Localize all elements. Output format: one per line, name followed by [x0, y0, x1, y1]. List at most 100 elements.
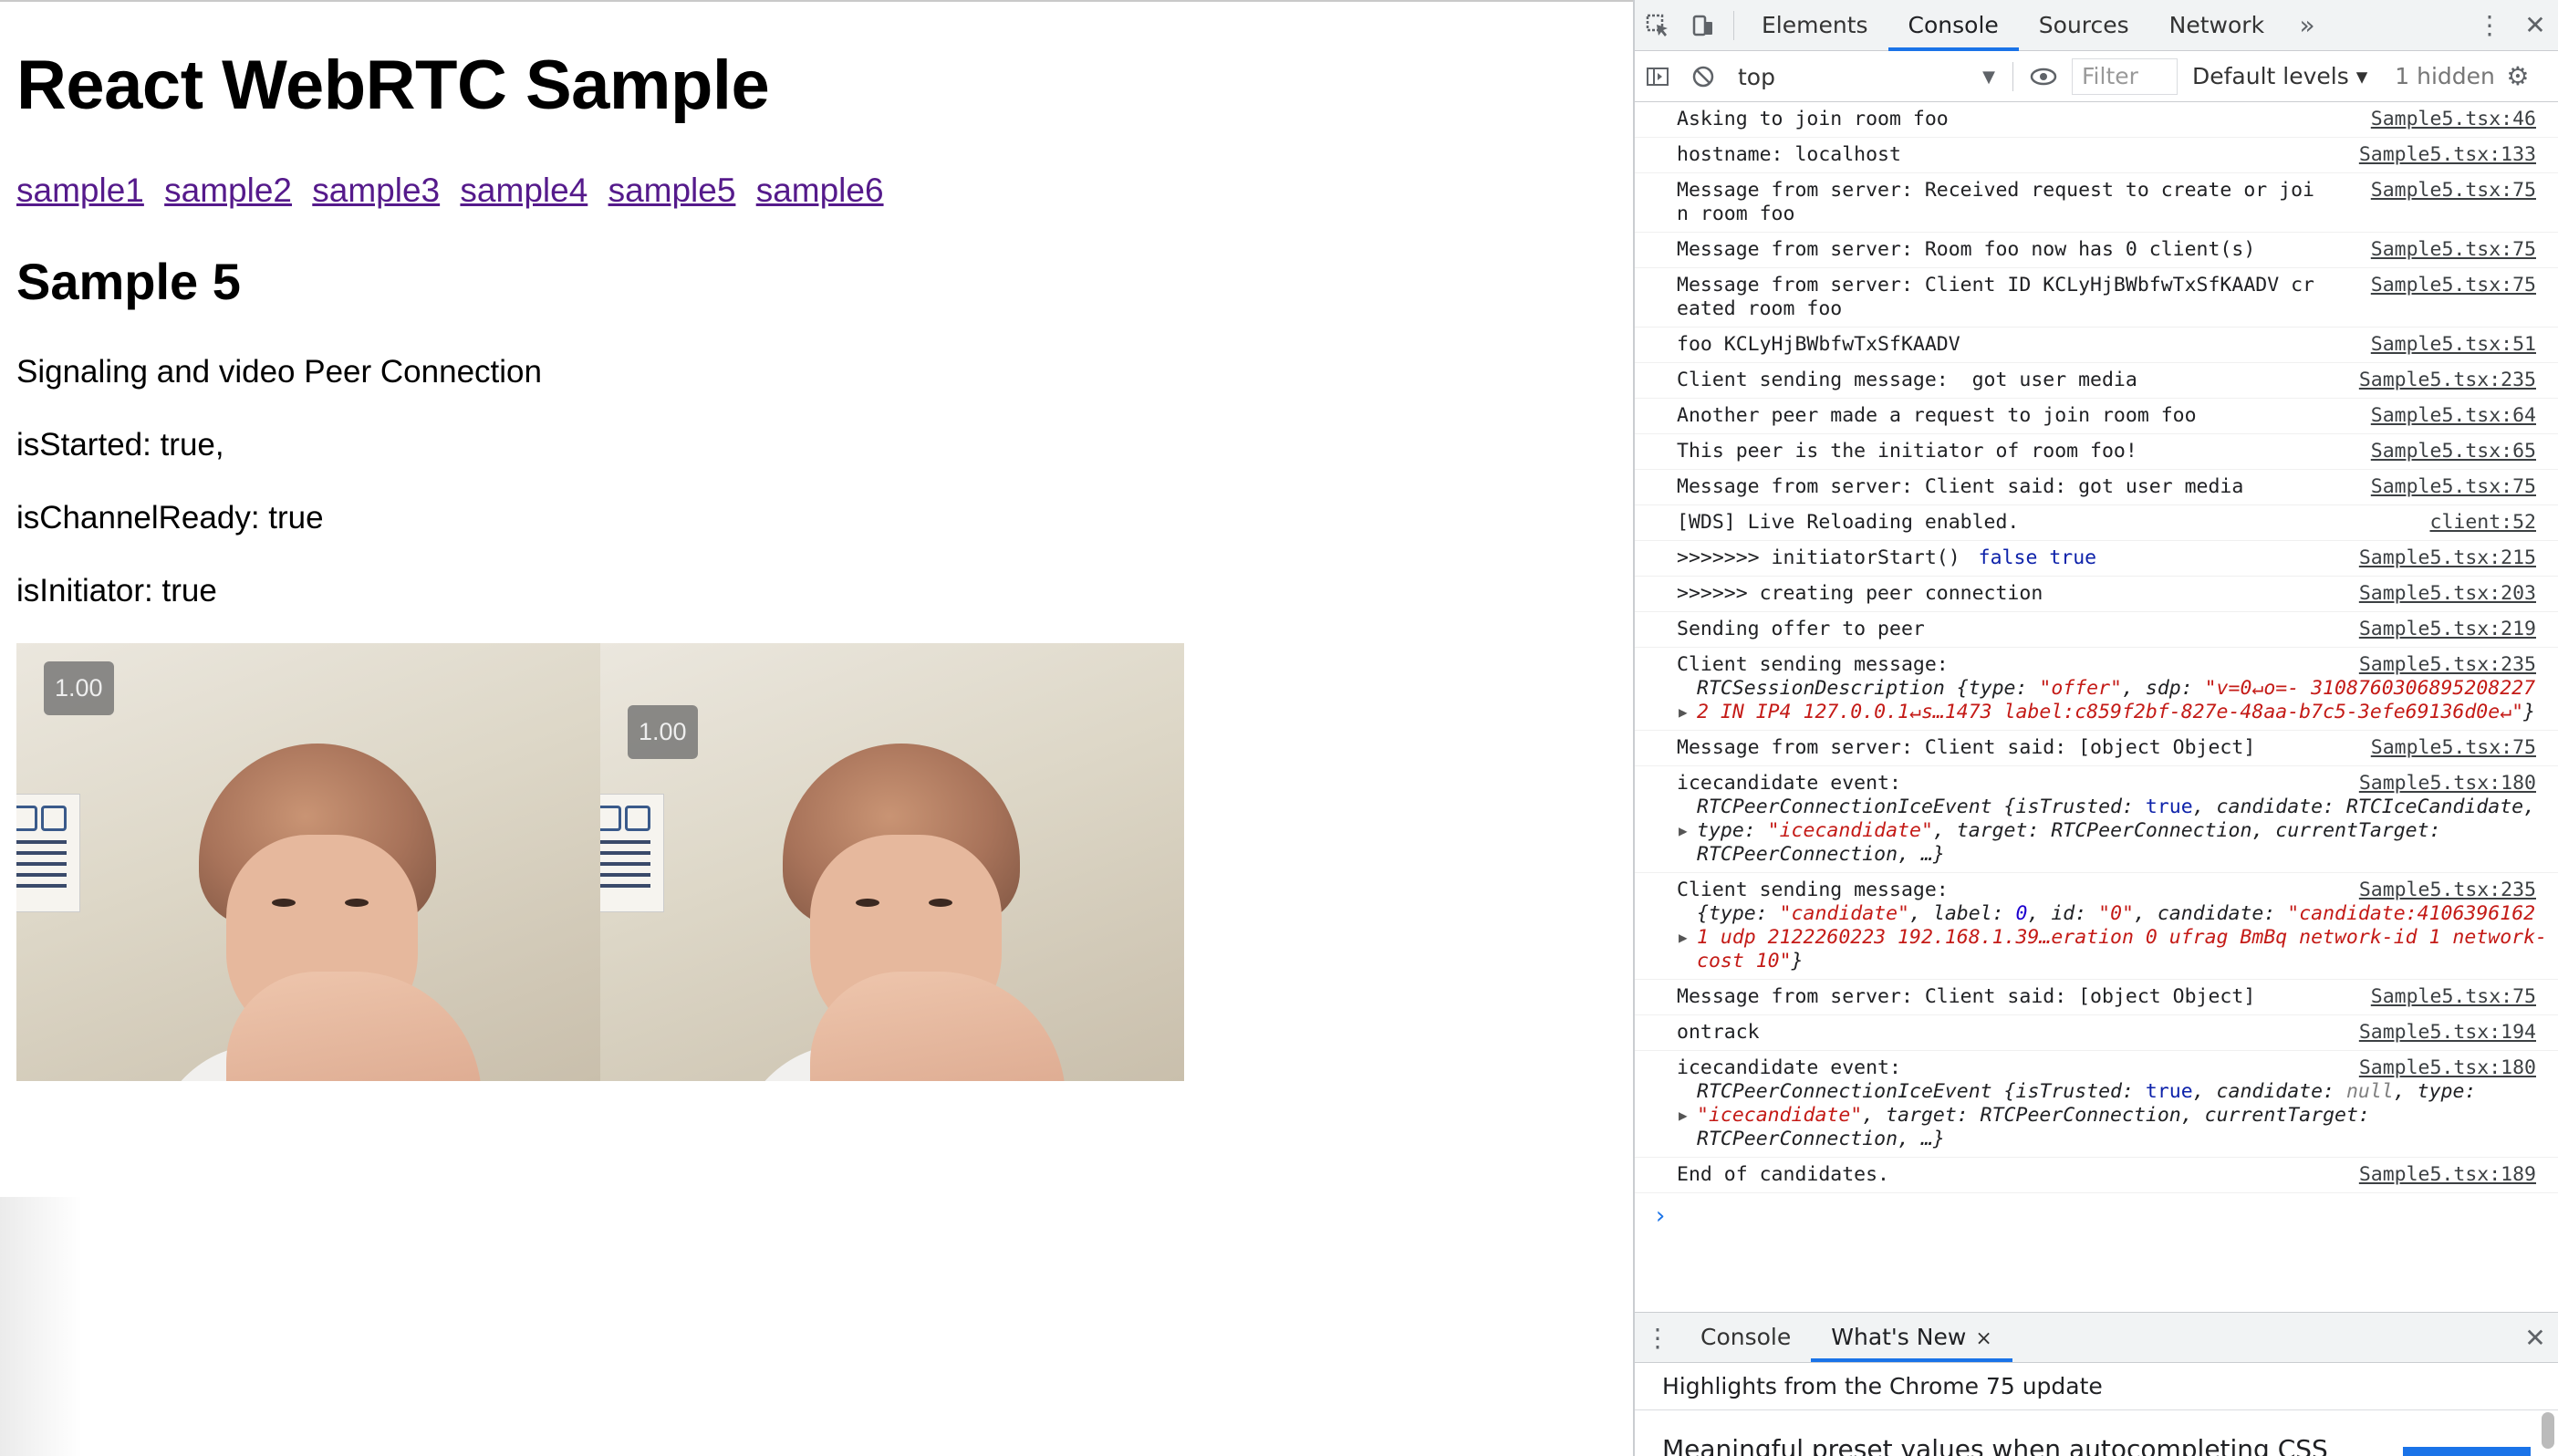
person — [737, 744, 1084, 1081]
source-link[interactable]: Sample5.tsx:75 — [2371, 475, 2536, 499]
scrollbar[interactable] — [2542, 1412, 2554, 1449]
expandable-object[interactable]: ▶ RTCPeerConnectionIceEvent {isTrusted: t… — [1677, 1080, 2558, 1151]
source-link[interactable]: Sample5.tsx:189 — [2359, 1163, 2536, 1187]
source-link[interactable]: Sample5.tsx:219 — [2359, 618, 2536, 641]
drawer-tab-console[interactable]: Console — [1680, 1313, 1811, 1362]
tab-console[interactable]: Console — [1887, 0, 2020, 51]
source-link[interactable]: Sample5.tsx:75 — [2371, 179, 2536, 203]
more-vert-icon[interactable]: ⋮ — [1635, 1312, 1680, 1363]
link-sample6[interactable]: sample6 — [756, 172, 884, 209]
zoom-badge: 1.00 — [628, 705, 698, 759]
whats-new-title: Highlights from the Chrome 75 update — [1635, 1363, 2558, 1410]
drawer-tab-whats-new[interactable]: What's New × — [1811, 1313, 2012, 1362]
link-sample4[interactable]: sample4 — [460, 172, 588, 209]
close-drawer-icon[interactable]: ✕ — [2512, 1312, 2558, 1363]
source-link[interactable]: Sample5.tsx:235 — [2359, 653, 2536, 677]
hand — [226, 972, 482, 1081]
console-output: Asking to join room foo Sample5.tsx:46 hos… — [1635, 102, 2558, 1312]
devtools-panel: Elements Console Sources Network » ⋮ ✕ t… — [1633, 0, 2558, 1456]
source-link[interactable]: Sample5.tsx:65 — [2371, 440, 2536, 463]
video-container: 1.00 1.00 — [16, 643, 1184, 1081]
page-title: React WebRTC Sample — [16, 47, 770, 124]
source-link[interactable]: Sample5.tsx:51 — [2371, 333, 2536, 357]
close-tab-icon[interactable]: × — [1975, 1327, 1991, 1350]
log-levels-dropdown[interactable]: Default levels ▾ — [2192, 63, 2367, 89]
clear-console-icon[interactable] — [1680, 51, 1726, 102]
person — [153, 744, 500, 1081]
tab-elements[interactable]: Elements — [1742, 0, 1888, 51]
link-sample1[interactable]: sample1 — [16, 172, 144, 209]
inspect-element-icon[interactable] — [1635, 0, 1680, 51]
source-link[interactable]: Sample5.tsx:180 — [2359, 1056, 2536, 1080]
context-selector[interactable]: top ▼ — [1731, 58, 2005, 95]
source-link[interactable]: Sample5.tsx:133 — [2359, 143, 2536, 167]
link-sample3[interactable]: sample3 — [312, 172, 440, 209]
link-sample5[interactable]: sample5 — [608, 172, 736, 209]
source-link[interactable]: Sample5.tsx:203 — [2359, 582, 2536, 606]
console-message: Message from server: Client ID KCLyHjBWb… — [1635, 268, 2558, 328]
source-link[interactable]: Sample5.tsx:75 — [2371, 985, 2536, 1009]
expand-triangle-icon[interactable]: ▶ — [1679, 926, 1688, 950]
console-prompt[interactable]: › — [1635, 1193, 2558, 1230]
source-link[interactable]: client:52 — [2430, 511, 2537, 535]
expandable-object[interactable]: ▶ {type: "candidate", label: 0, id: "0", … — [1677, 902, 2558, 973]
source-link[interactable]: Sample5.tsx:235 — [2359, 369, 2536, 392]
eye-icon[interactable] — [2021, 51, 2066, 102]
console-message: End of candidates. Sample5.tsx:189 — [1635, 1158, 2558, 1193]
source-link[interactable]: Sample5.tsx:194 — [2359, 1021, 2536, 1045]
console-message: Message from server: Room foo now has 0 … — [1635, 233, 2558, 268]
console-message: [WDS] Live Reloading enabled. client:52 — [1635, 505, 2558, 541]
expand-triangle-icon[interactable]: ▶ — [1679, 819, 1688, 843]
console-message: icecandidate event: ▶ RTCPeerConnectionIc… — [1635, 1051, 2558, 1158]
console-message: Sending offer to peer Sample5.tsx:219 — [1635, 612, 2558, 648]
console-message: Message from server: Client said: got us… — [1635, 470, 2558, 505]
gear-icon[interactable]: ⚙ — [2495, 51, 2541, 102]
source-link[interactable]: Sample5.tsx:215 — [2359, 546, 2536, 570]
expand-triangle-icon[interactable]: ▶ — [1679, 701, 1688, 724]
sidebar-toggle-icon[interactable] — [1635, 51, 1680, 102]
tab-network[interactable]: Network — [2149, 0, 2284, 51]
console-message: hostname: localhost Sample5.tsx:133 — [1635, 138, 2558, 173]
expandable-object[interactable]: ▶ RTCPeerConnectionIceEvent {isTrusted: t… — [1677, 796, 2558, 867]
source-link[interactable]: Sample5.tsx:75 — [2371, 736, 2536, 760]
source-link[interactable]: Sample5.tsx:64 — [2371, 404, 2536, 428]
console-message: Message from server: Received request to… — [1635, 173, 2558, 233]
whats-new-image — [2403, 1447, 2531, 1456]
wifi-icon — [600, 806, 621, 831]
console-message: Client sending message: ▶ RTCSessionDescr… — [1635, 648, 2558, 731]
source-link[interactable]: Sample5.tsx:46 — [2371, 108, 2536, 131]
tab-sources[interactable]: Sources — [2019, 0, 2149, 51]
zoom-badge: 1.00 — [44, 661, 114, 715]
console-message: Client sending message: got user media Sa… — [1635, 363, 2558, 399]
console-message: Asking to join room foo Sample5.tsx:46 — [1635, 102, 2558, 138]
local-video[interactable]: 1.00 — [16, 643, 600, 1081]
plug-icon — [625, 806, 650, 831]
plug-icon — [41, 806, 67, 831]
whats-new-item: Meaningful preset values when autocomple… — [1662, 1434, 2328, 1456]
is-started-status: isStarted: true, — [16, 427, 224, 463]
close-icon[interactable]: ✕ — [2512, 0, 2558, 51]
console-message: Another peer made a request to join room… — [1635, 399, 2558, 434]
chevron-double-right-icon[interactable]: » — [2284, 0, 2330, 51]
console-message: Message from server: Client said: [objec… — [1635, 731, 2558, 766]
is-initiator-status: isInitiator: true — [16, 573, 217, 608]
source-link[interactable]: Sample5.tsx:75 — [2371, 238, 2536, 262]
link-sample2[interactable]: sample2 — [164, 172, 292, 209]
expandable-object[interactable]: ▶ RTCSessionDescription {type: "offer", s… — [1677, 677, 2558, 724]
console-message: >>>>>>> initiatorStart() false true Sample… — [1635, 541, 2558, 577]
console-message: icecandidate event: ▶ RTCPeerConnectionIc… — [1635, 766, 2558, 873]
triangle-down-icon: ▼ — [1982, 67, 1995, 87]
source-link[interactable]: Sample5.tsx:235 — [2359, 879, 2536, 902]
device-toolbar-icon[interactable] — [1680, 0, 1726, 51]
source-link[interactable]: Sample5.tsx:180 — [2359, 772, 2536, 796]
source-link[interactable]: Sample5.tsx:75 — [2371, 274, 2536, 297]
more-vert-icon[interactable]: ⋮ — [2467, 0, 2512, 51]
sample-heading: Sample 5 — [16, 253, 241, 310]
wall-sign — [600, 794, 664, 912]
console-message: Client sending message: ▶ {type: "candida… — [1635, 873, 2558, 980]
console-message: This peer is the initiator of room foo! S… — [1635, 434, 2558, 470]
remote-video[interactable]: 1.00 — [600, 643, 1184, 1081]
expand-triangle-icon[interactable]: ▶ — [1679, 1104, 1688, 1128]
filter-input[interactable]: Filter — [2072, 57, 2178, 95]
console-message: >>>>>> creating peer connection Sample5.t… — [1635, 577, 2558, 612]
